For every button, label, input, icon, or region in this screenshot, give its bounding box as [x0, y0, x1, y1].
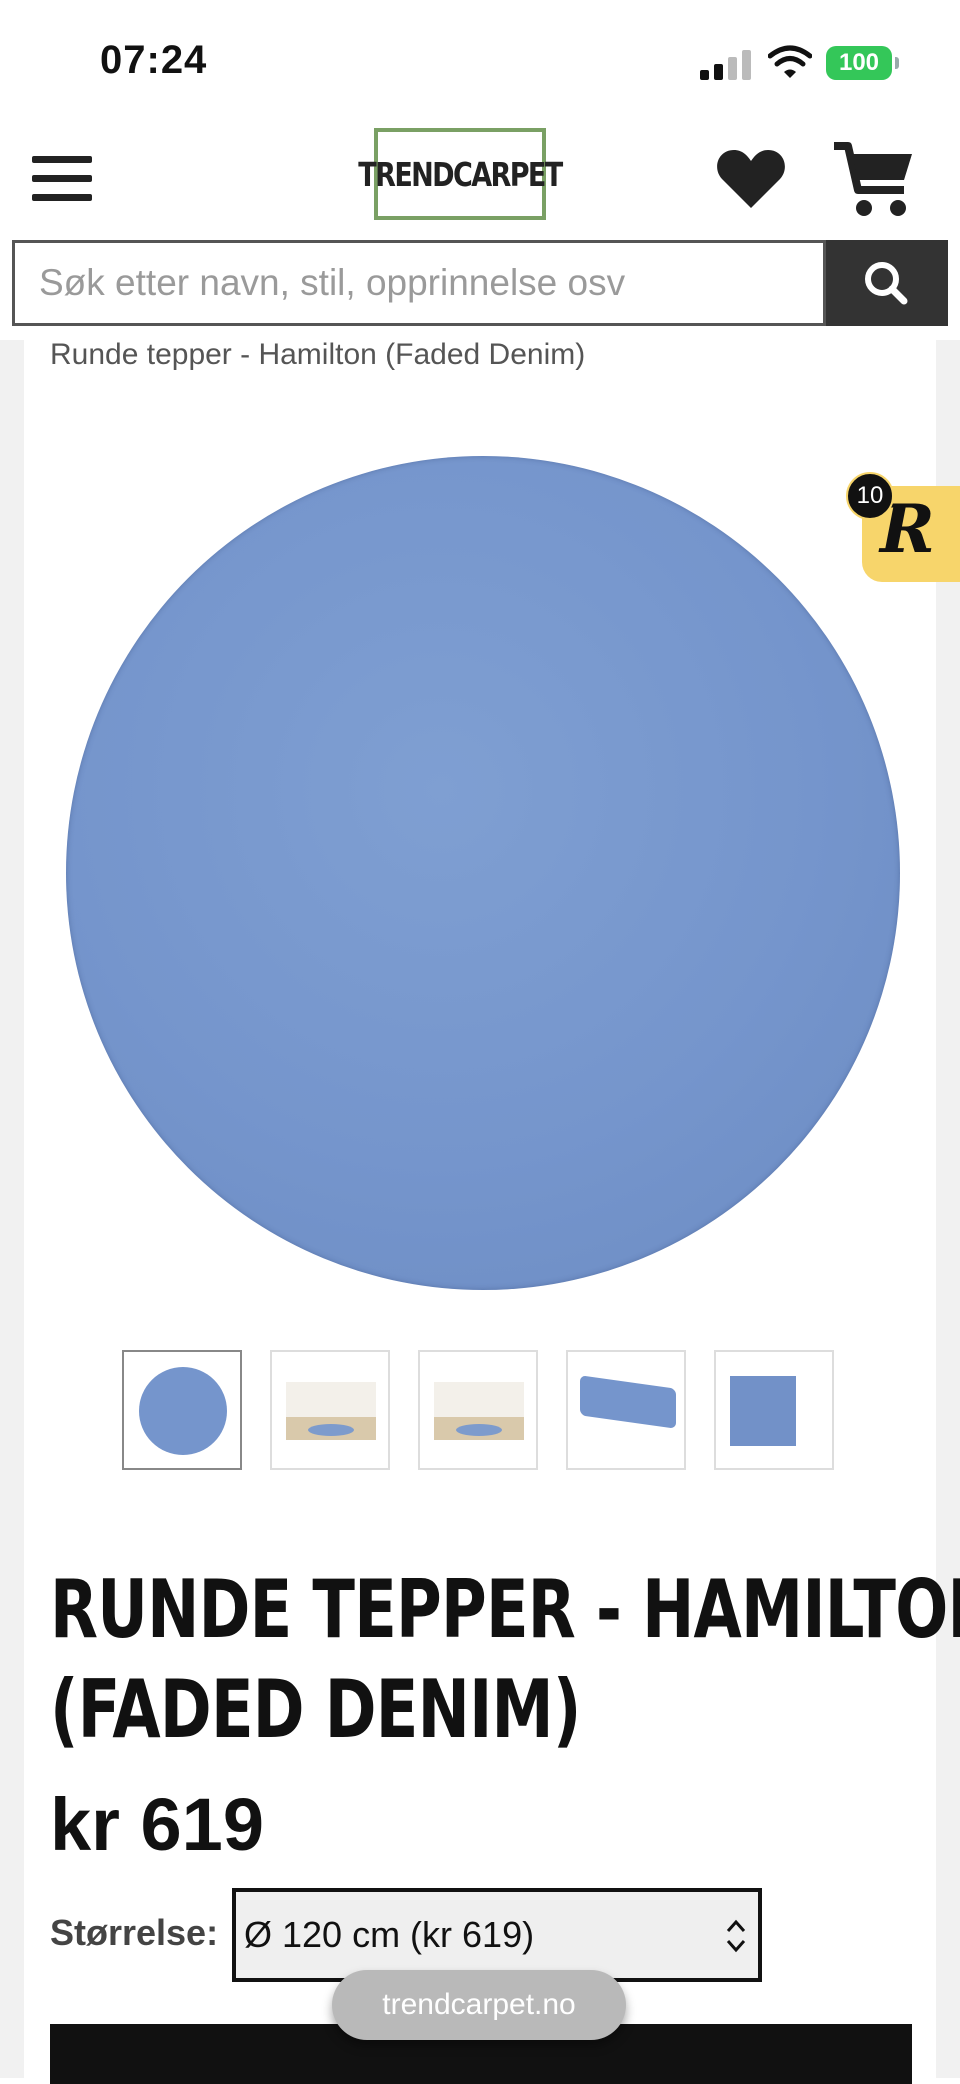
product-title-line2: (FADED DENIM)	[50, 1663, 581, 1756]
battery-icon: 100	[826, 46, 899, 80]
search-bar	[12, 240, 948, 326]
search-box	[12, 240, 826, 326]
signal-icon	[700, 48, 752, 80]
product-main-image[interactable]	[66, 456, 900, 1290]
cart-icon[interactable]	[832, 140, 916, 220]
search-input[interactable]	[15, 243, 823, 323]
status-bar: 07:24 100	[0, 0, 960, 120]
hamburger-menu-icon[interactable]	[32, 154, 92, 204]
product-title-line1: RUNDE TEPPER - HAMILTON	[50, 1563, 960, 1656]
product-title: RUNDE TEPPER - HAMILTON (FADED DENIM)	[50, 1560, 960, 1760]
browser-url-bar[interactable]: trendcarpet.no	[332, 1970, 626, 2040]
thumbnail-swatch[interactable]	[714, 1350, 834, 1470]
thumbnail-room-scene-2[interactable]	[418, 1350, 538, 1470]
product-price: kr 619	[50, 1783, 264, 1866]
thumbnail-rolled-rug[interactable]	[566, 1350, 686, 1470]
rewards-count-badge: 10	[846, 472, 894, 520]
size-select[interactable]: Ø 120 cm (kr 619)	[232, 1888, 762, 1982]
size-select-value: Ø 120 cm (kr 619)	[244, 1914, 535, 1955]
thumbnail-round-rug[interactable]	[122, 1350, 242, 1470]
thumbnail-room-scene-1[interactable]	[270, 1350, 390, 1470]
site-header: TRENDCARPET	[0, 120, 960, 238]
clock: 07:24	[100, 38, 208, 82]
search-button[interactable]	[826, 240, 948, 326]
thumbnail-strip	[122, 1350, 838, 1476]
search-icon	[865, 262, 908, 305]
heart-icon[interactable]	[716, 148, 786, 210]
chevron-up-down-icon	[726, 1919, 746, 1953]
wifi-icon	[768, 45, 812, 78]
size-label: Størrelse:	[50, 1912, 219, 1953]
site-logo[interactable]: TRENDCARPET	[358, 128, 563, 220]
breadcrumb[interactable]: Runde tepper - Hamilton (Faded Denim)	[50, 338, 585, 372]
logo-text: TRENDCARPET	[358, 154, 563, 194]
